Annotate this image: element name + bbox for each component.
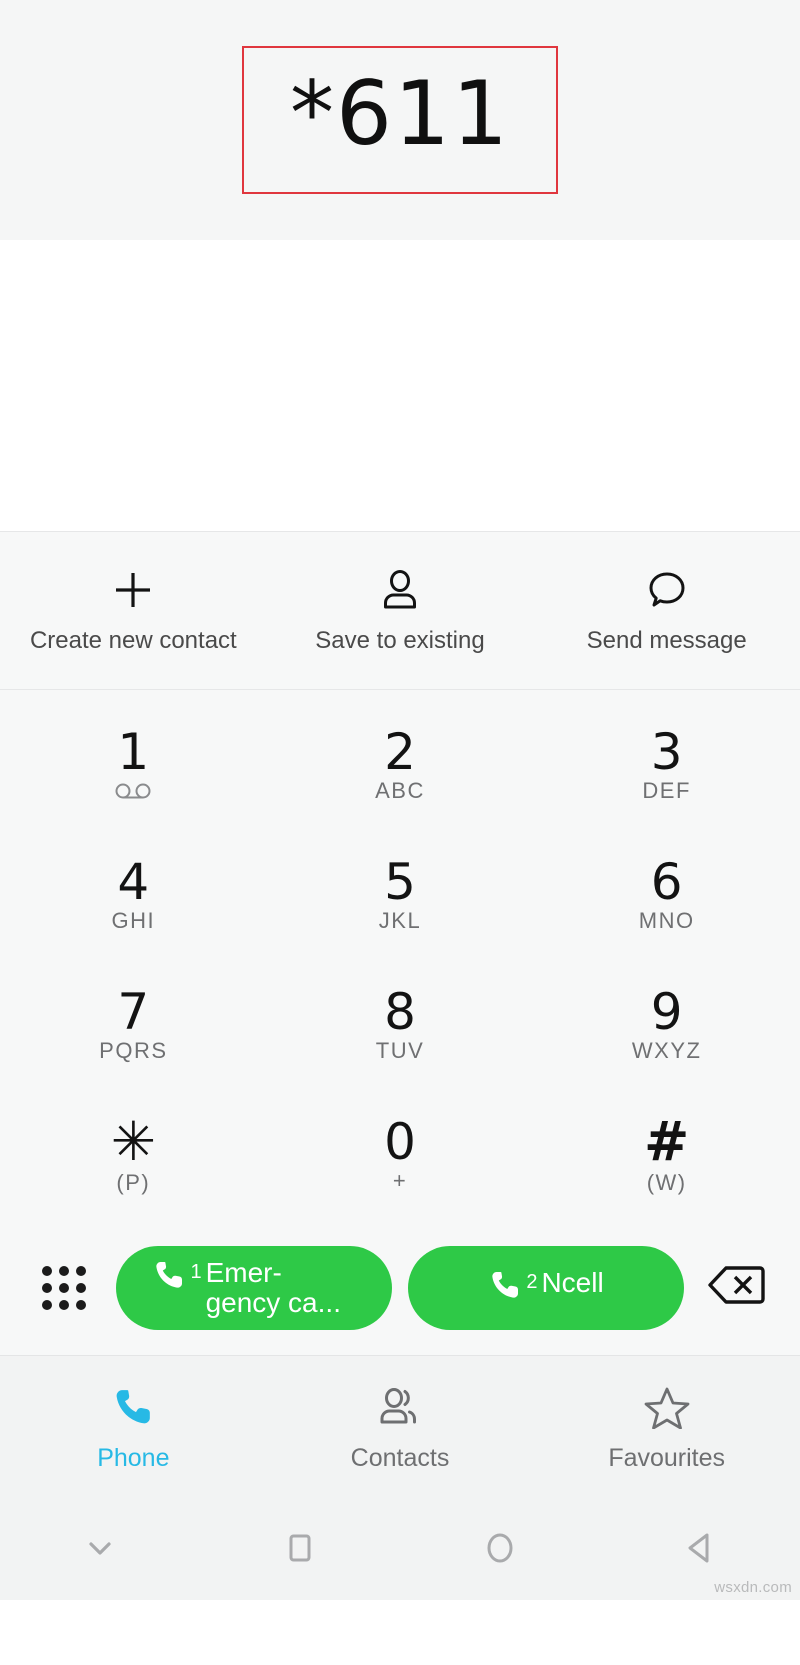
phone-handset-icon xyxy=(111,1384,155,1430)
dialpad-key-4[interactable]: 4 GHI xyxy=(0,830,267,960)
dialpad-key-1-digit: 1 xyxy=(117,723,150,781)
call-button-sim1[interactable]: 1 Emer-gency ca... xyxy=(116,1245,392,1330)
nav-hide-keyboard-button[interactable] xyxy=(0,1528,200,1573)
tab-contacts-label: Contacts xyxy=(350,1443,450,1472)
dialpad-key-7[interactable]: 7 PQRS xyxy=(0,960,267,1090)
dialpad-key-8-digit: 8 xyxy=(384,983,416,1041)
dialpad-key-5-digit: 5 xyxy=(384,853,416,911)
message-bubble-icon xyxy=(645,567,689,613)
call-button-sim2[interactable]: 2 Ncell xyxy=(408,1245,684,1330)
dialpad-key-9-digit: 9 xyxy=(650,983,683,1041)
dialpad-key-2-digit: 2 xyxy=(384,723,416,781)
dialpad-row-4: ✳ (P) 0 + # (W) xyxy=(0,1090,800,1220)
create-new-contact-label: Create new contact xyxy=(29,626,237,654)
dialpad-dots-icon xyxy=(42,1265,86,1310)
tab-favourites[interactable]: Favourites xyxy=(533,1384,800,1473)
backspace-button[interactable] xyxy=(700,1263,772,1312)
nav-recents-button[interactable] xyxy=(200,1528,400,1573)
dialpad-row-1: 1 2 ABC 3 DEF xyxy=(0,700,800,830)
dialpad-key-3-letters: DEF xyxy=(642,778,691,803)
create-new-contact-button[interactable]: Create new contact xyxy=(0,567,267,655)
call-action-bar: 1 Emer-gency ca... 2 Ncell xyxy=(0,1220,800,1355)
dialpad-key-hash[interactable]: # (W) xyxy=(533,1090,800,1220)
nav-home-button[interactable] xyxy=(400,1528,600,1573)
plus-icon xyxy=(111,567,155,613)
dialpad-key-4-digit: 4 xyxy=(117,853,150,911)
bottom-tab-bar: Phone Contacts Favourites xyxy=(0,1355,800,1500)
phone-handset-icon xyxy=(152,1258,186,1297)
square-recents-icon xyxy=(280,1528,320,1573)
site-watermark: wsxdn.com xyxy=(714,1579,792,1596)
voicemail-icon xyxy=(113,779,153,803)
send-message-label: Send message xyxy=(586,626,747,654)
dialpad-key-9[interactable]: 9 WXYZ xyxy=(533,960,800,1090)
call-button-sim1-label: Emer-gency ca... xyxy=(205,1257,341,1318)
dialpad-key-star-sub: (P) xyxy=(116,1170,151,1195)
dialpad-key-7-letters: PQRS xyxy=(99,1038,168,1063)
dialpad-key-5-letters: JKL xyxy=(378,908,422,933)
android-navigation-bar: wsxdn.com xyxy=(0,1500,800,1600)
dialpad-row-2: 4 GHI 5 JKL 6 MNO xyxy=(0,830,800,960)
dialpad-key-8-letters: TUV xyxy=(375,1038,425,1063)
save-to-existing-button[interactable]: Save to existing xyxy=(267,567,534,655)
dialpad-key-star[interactable]: ✳ (P) xyxy=(0,1090,267,1220)
save-to-existing-label: Save to existing xyxy=(315,626,485,654)
star-icon xyxy=(644,1384,690,1430)
dialpad-key-4-letters: GHI xyxy=(111,908,156,933)
triangle-back-icon xyxy=(680,1528,720,1573)
dialpad-key-6-digit: 6 xyxy=(650,853,683,911)
dialed-number-text[interactable]: *611 xyxy=(290,70,510,158)
dialpad-key-6[interactable]: 6 MNO xyxy=(533,830,800,960)
tab-contacts[interactable]: Contacts xyxy=(267,1384,534,1473)
dialpad-key-0[interactable]: 0 + xyxy=(267,1090,534,1220)
circle-home-icon xyxy=(480,1528,520,1573)
suggestion-blank-area xyxy=(0,240,800,532)
dialpad-key-0-digit: 0 xyxy=(384,1113,416,1171)
people-icon xyxy=(377,1384,423,1430)
dialpad-key-3-digit: 3 xyxy=(650,723,683,781)
dialed-number-highlight-box: *611 xyxy=(242,46,558,194)
dialpad-key-2[interactable]: 2 ABC xyxy=(267,700,534,830)
dialpad-key-hash-sub: (W) xyxy=(646,1170,687,1195)
dialpad-key-star-digit: ✳ xyxy=(110,1110,156,1173)
dialpad-key-0-sub: + xyxy=(392,1168,408,1193)
call-button-sim2-index: 2 xyxy=(526,1271,538,1293)
tab-phone-label: Phone xyxy=(97,1443,170,1472)
phone-dialer-screen: *611 Create new contact Save to existing xyxy=(0,0,800,1665)
dialpad-key-hash-digit: # xyxy=(644,1110,690,1173)
dialpad-key-6-letters: MNO xyxy=(638,908,695,933)
call-button-sim1-index: 1 xyxy=(190,1261,202,1284)
send-message-button[interactable]: Send message xyxy=(533,567,800,655)
backspace-icon xyxy=(707,1263,765,1312)
dialpad-key-3[interactable]: 3 DEF xyxy=(533,700,800,830)
dialpad-key-5[interactable]: 5 JKL xyxy=(267,830,534,960)
dialpad-grid: 1 2 ABC 3 DEF 4 GHI 5 JKL 6 MNO 7 PQRS 8… xyxy=(0,690,800,1220)
tab-phone[interactable]: Phone xyxy=(0,1384,267,1473)
chevron-down-icon xyxy=(80,1528,120,1573)
number-display-area: *611 xyxy=(0,0,800,240)
person-icon xyxy=(378,567,422,613)
dialpad-key-8[interactable]: 8 TUV xyxy=(267,960,534,1090)
nav-back-button[interactable] xyxy=(600,1528,800,1573)
dialpad-key-9-letters: WXYZ xyxy=(631,1038,702,1063)
phone-handset-icon xyxy=(488,1268,522,1307)
dialpad-row-3: 7 PQRS 8 TUV 9 WXYZ xyxy=(0,960,800,1090)
quick-actions-row: Create new contact Save to existing Send… xyxy=(0,532,800,690)
call-button-sim2-label: Ncell xyxy=(541,1267,604,1298)
tab-favourites-label: Favourites xyxy=(608,1443,726,1472)
dialpad-toggle-button[interactable] xyxy=(28,1265,100,1310)
dialpad-key-7-digit: 7 xyxy=(117,983,150,1041)
dialpad-key-1[interactable]: 1 xyxy=(0,700,267,830)
dialpad-key-2-letters: ABC xyxy=(375,778,425,803)
